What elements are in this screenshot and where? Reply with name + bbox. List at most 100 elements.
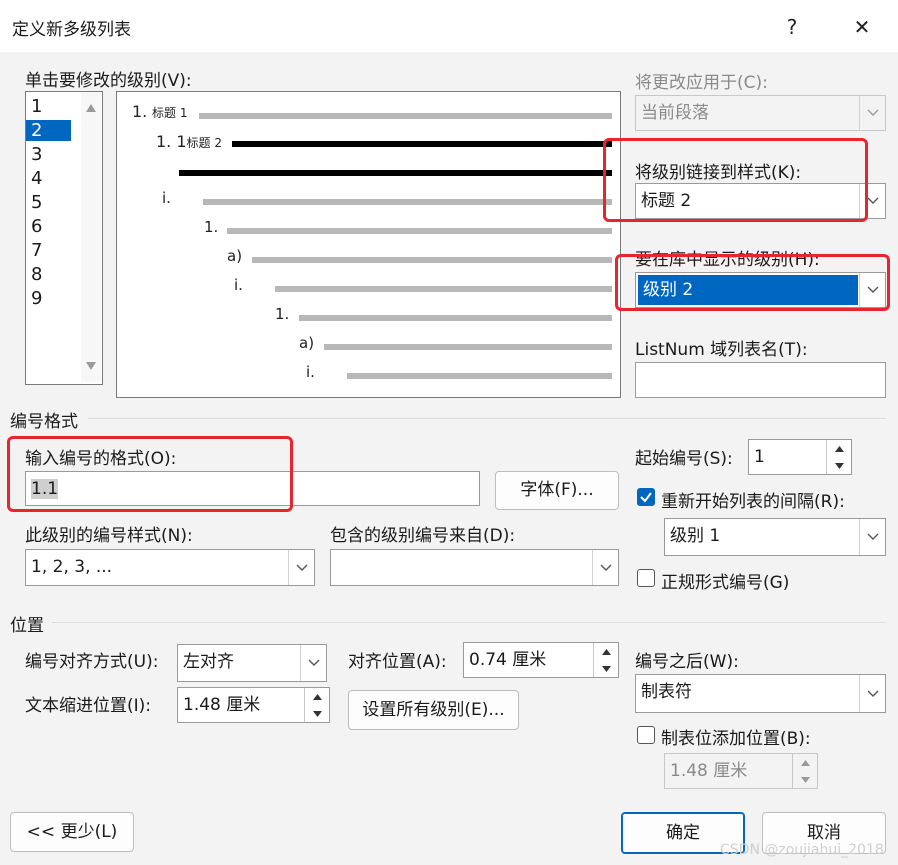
number-style-value: 1, 2, 3, ... [31, 557, 113, 577]
number-format-value: 1.1 [31, 479, 59, 499]
start-at-value: 1 [754, 447, 765, 467]
gallery-level-value: 级别 2 [638, 275, 858, 305]
link-style-dropdown[interactable]: 标题 2 [635, 183, 886, 219]
font-button[interactable]: 字体(F)... [495, 471, 619, 510]
chevron-down-icon [300, 645, 326, 681]
scroll-down-icon[interactable] [86, 362, 96, 370]
preview-num-5: a) [227, 247, 243, 265]
level-item-8[interactable]: 8 [31, 264, 42, 285]
scroll-up-icon[interactable] [86, 104, 96, 112]
check-icon [640, 492, 652, 503]
preview-line-5 [252, 257, 612, 263]
preview-line-4 [227, 228, 612, 234]
spin-down-icon[interactable] [593, 660, 618, 677]
help-button[interactable]: ? [772, 12, 812, 42]
legal-checkbox[interactable] [637, 569, 655, 587]
set-all-levels-button[interactable]: 设置所有级别(E)... [348, 690, 519, 730]
indent-label: 文本缩进位置(I): [25, 696, 152, 716]
preview-line-9 [347, 373, 612, 379]
number-style-label: 此级别的编号样式(N): [25, 526, 193, 546]
level-item-4[interactable]: 4 [31, 168, 42, 189]
chevron-down-icon [288, 550, 314, 585]
title-bar [0, 0, 898, 52]
restart-label: 重新开始列表的间隔(R): [661, 492, 845, 512]
level-item-5[interactable]: 5 [31, 192, 42, 213]
level-item-6[interactable]: 6 [31, 216, 42, 237]
preview-num-9: i. [306, 363, 315, 381]
listnum-input[interactable] [635, 362, 886, 398]
tab-stop-checkbox[interactable] [637, 726, 655, 744]
preview-line-7 [299, 315, 612, 321]
preview-num-3: i. [162, 189, 171, 207]
enter-format-label: 输入编号的格式(O): [25, 449, 177, 469]
indent-spinner[interactable]: 1.48 厘米 [177, 687, 330, 723]
level-item-9[interactable]: 9 [31, 288, 42, 309]
dialog-title: 定义新多级列表 [12, 20, 131, 40]
preview-num-2: 1. 1标题 2 [156, 132, 222, 151]
level-item-7[interactable]: 7 [31, 240, 42, 261]
listnum-label: ListNum 域列表名(T): [635, 340, 808, 360]
link-style-value: 标题 2 [641, 191, 692, 211]
spin-up-icon[interactable] [593, 643, 618, 660]
follow-label: 编号之后(W): [635, 652, 739, 672]
preview-line-2 [232, 141, 612, 147]
aligned-at-value: 0.74 厘米 [469, 650, 547, 670]
tab-stop-value: 1.48 厘米 [670, 761, 748, 781]
level-item-3[interactable]: 3 [31, 144, 42, 165]
number-format-input[interactable]: 1.1 [25, 471, 480, 506]
tab-stop-label: 制表位添加位置(B): [661, 729, 811, 749]
include-level-label: 包含的级别编号来自(D): [330, 526, 516, 546]
preview-line-3 [203, 199, 612, 205]
level-item-2[interactable]: 2 [26, 120, 71, 141]
tab-stop-spinner[interactable]: 1.48 厘米 [664, 753, 818, 789]
preview-num-6: i. [234, 276, 243, 294]
chevron-down-icon [859, 519, 885, 555]
aligned-at-label: 对齐位置(A): [348, 652, 447, 672]
levels-scrollbar[interactable] [81, 92, 101, 382]
number-style-dropdown[interactable]: 1, 2, 3, ... [25, 549, 315, 586]
preview-num-1: 1. 标题 1 [132, 102, 188, 121]
preview-line-8 [324, 344, 612, 350]
less-button[interactable]: << 更少(L) [10, 812, 134, 852]
restart-level-value: 级别 1 [670, 526, 721, 546]
section-divider [88, 418, 886, 419]
spin-down-icon[interactable] [304, 705, 329, 722]
chevron-down-icon [859, 184, 885, 218]
number-format-section: 编号格式 [10, 412, 78, 432]
section-divider [52, 622, 886, 623]
spin-down-icon[interactable] [826, 457, 851, 474]
preview-line-2b [179, 170, 612, 176]
apply-to-label: 将更改应用于(C): [635, 73, 768, 93]
levels-listbox[interactable]: 1 2 3 4 5 6 7 8 9 [25, 91, 103, 385]
spin-down-icon[interactable] [792, 771, 817, 788]
include-level-dropdown[interactable] [330, 549, 619, 586]
aligned-at-spinner[interactable]: 0.74 厘米 [463, 642, 619, 678]
follow-dropdown[interactable]: 制表符 [635, 674, 886, 713]
preview-num-7: 1. [275, 305, 290, 323]
start-at-label: 起始编号(S): [635, 449, 733, 469]
align-dropdown[interactable]: 左对齐 [177, 644, 327, 682]
chevron-down-icon [592, 550, 618, 585]
link-style-label: 将级别链接到样式(K): [635, 163, 802, 183]
preview-line-1 [199, 113, 612, 119]
align-label: 编号对齐方式(U): [25, 652, 159, 672]
indent-value: 1.48 厘米 [183, 695, 261, 715]
preview-line-6 [275, 286, 612, 292]
preview-num-8: a) [299, 334, 315, 352]
apply-to-dropdown[interactable]: 当前段落 [635, 95, 886, 131]
restart-checkbox[interactable] [637, 488, 655, 506]
gallery-level-label: 要在库中显示的级别(H): [635, 250, 820, 270]
restart-level-dropdown[interactable]: 级别 1 [664, 518, 886, 556]
spin-up-icon[interactable] [826, 440, 851, 457]
start-at-spinner[interactable]: 1 [748, 439, 852, 475]
preview-num-4: 1. [204, 218, 219, 236]
chevron-down-icon [859, 675, 885, 712]
legal-label: 正规形式编号(G) [661, 573, 790, 593]
gallery-level-dropdown[interactable]: 级别 2 [635, 272, 886, 308]
level-item-1[interactable]: 1 [31, 96, 42, 117]
apply-to-value: 当前段落 [641, 103, 709, 123]
spin-up-icon[interactable] [792, 754, 817, 771]
spin-up-icon[interactable] [304, 688, 329, 705]
close-button[interactable]: ✕ [842, 12, 882, 42]
watermark: CSDN @zoujiahui_2018 [720, 842, 884, 858]
